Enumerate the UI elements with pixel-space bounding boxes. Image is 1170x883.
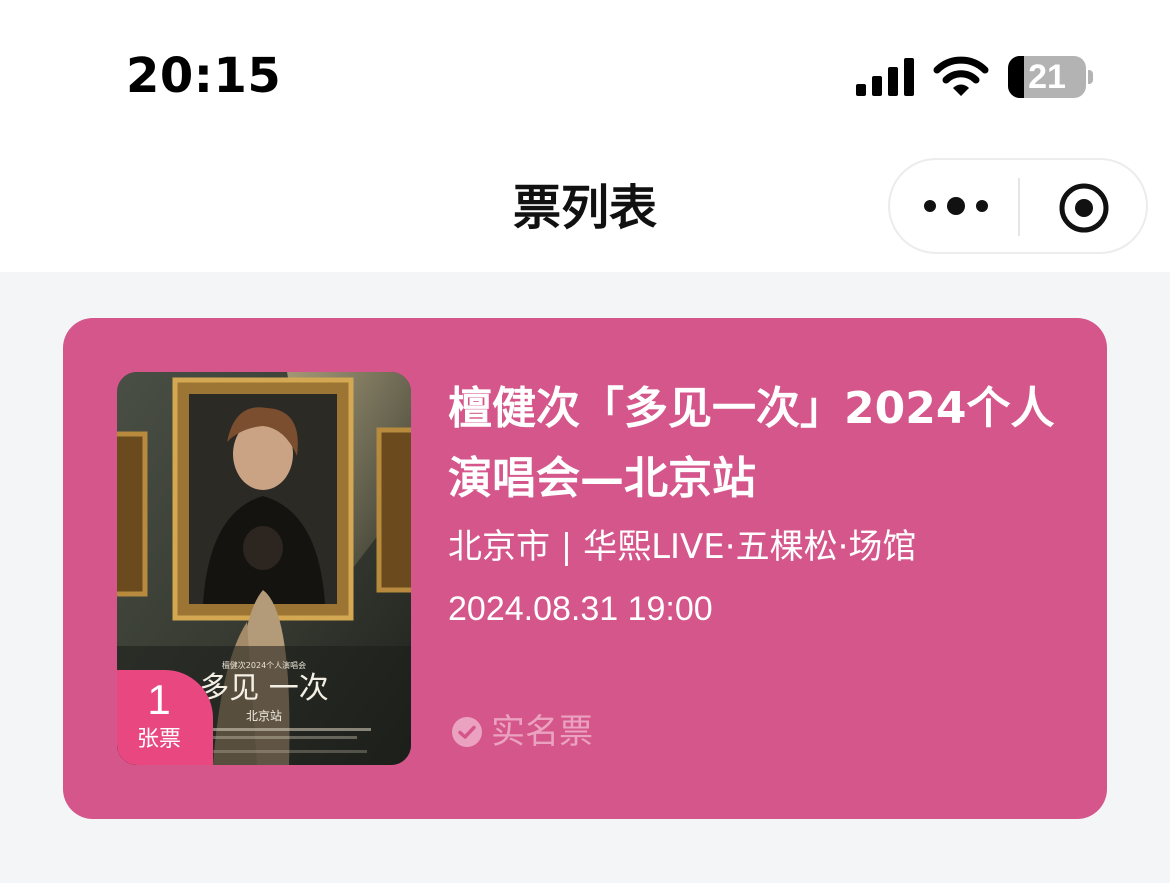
more-icon[interactable] <box>920 188 992 224</box>
event-venue: 北京市 | 华熙LIVE·五棵松·场馆 <box>448 527 917 567</box>
ticket-card[interactable]: 檀健次2024个人演唱会 多见 一次 北京站 1 张票 檀健次「多见一次」202… <box>63 318 1107 819</box>
signal-icon <box>856 58 914 96</box>
capsule-divider <box>1018 178 1020 236</box>
battery-level: 21 <box>1028 58 1066 96</box>
event-title: 檀健次「多见一次」2024个人演唱会—北京站 <box>448 383 1055 504</box>
svg-text:北京站: 北京站 <box>246 709 282 723</box>
battery-tip <box>1088 70 1093 84</box>
ticket-count-badge: 1 张票 <box>117 670 213 765</box>
ticket-count: 1 <box>147 676 171 723</box>
ticket-list-screen: 20:15 21 票列表 檀健次2024个人演唱会 多见 一次 北京站 1 张票… <box>0 0 1170 883</box>
ticket-count-unit: 张票 <box>136 727 181 752</box>
close-mini-program-icon[interactable] <box>1058 182 1110 234</box>
battery-body: 21 <box>1008 56 1086 98</box>
wifi-icon <box>933 56 989 96</box>
event-datetime: 2024.08.31 19:00 <box>448 590 713 628</box>
battery-icon: 21 <box>1008 56 1094 98</box>
check-circle-icon <box>452 717 482 747</box>
mini-program-capsule <box>888 158 1148 254</box>
realname-label: 实名票 <box>491 712 593 752</box>
svg-text:檀健次2024个人演唱会: 檀健次2024个人演唱会 <box>222 660 306 670</box>
status-time: 20:15 <box>126 48 282 104</box>
header: 20:15 21 票列表 <box>0 0 1170 272</box>
event-poster: 檀健次2024个人演唱会 多见 一次 北京站 1 张票 <box>117 372 411 765</box>
svg-text:多见 一次: 多见 一次 <box>199 671 329 706</box>
